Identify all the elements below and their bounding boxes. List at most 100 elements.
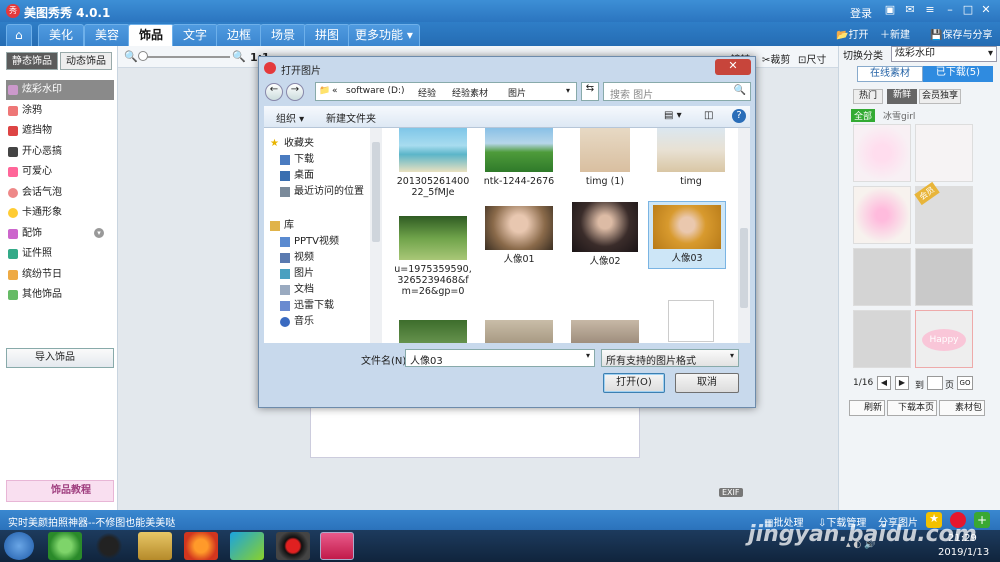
nav-scrollbar[interactable] [370,128,382,343]
dialog-search-input[interactable]: 搜索 图片 🔍 [603,82,751,101]
filetype-select[interactable]: 所有支持的图片格式 ▾ [601,349,739,367]
address-dropdown-icon[interactable]: ▾ [566,86,570,95]
organize-menu[interactable]: 组织 ▾ [276,110,304,125]
tab-collage[interactable]: 拼图 [304,24,351,46]
file-item[interactable]: 201305261400 22_5fMJe [394,128,472,198]
nav-videos[interactable]: 视频 [280,250,314,266]
maximize-icon[interactable]: □ [960,3,976,18]
filter-hot[interactable]: 热门 [853,89,883,104]
material-thumb[interactable] [915,124,973,182]
dialog-close-icon[interactable]: ✕ [715,59,751,75]
home-icon[interactable]: ⌂ [6,24,32,46]
minimize-icon[interactable]: – [942,3,958,18]
zoom-out-icon[interactable]: 🔍 [124,50,138,63]
chevron-down-icon[interactable]: ▾ [94,228,104,238]
category-select[interactable]: 炫彩水印 ▾ [891,46,997,62]
sidebar-item-cover[interactable]: 遮挡物 [6,121,114,141]
exif-badge[interactable]: EXIF [719,488,743,497]
menu-icon[interactable]: ≡ [922,3,938,18]
nav-documents[interactable]: 文档 [280,282,314,298]
file-scrollbar[interactable] [738,128,750,343]
file-item[interactable] [394,320,472,343]
zoom-slider-handle[interactable] [138,51,148,61]
file-item[interactable] [480,320,558,343]
sidebar-item-funny[interactable]: 开心恶搞 [6,142,114,162]
taskbar-360-icon[interactable] [48,532,82,560]
taskbar-explorer-icon[interactable] [138,532,172,560]
open-button[interactable]: 📂打开 [836,26,868,41]
material-thumb[interactable] [853,248,911,306]
tab-accessories[interactable]: 饰品 [128,24,175,46]
tutorial-button[interactable]: 饰品教程 [6,480,114,502]
sidebar-item-jewelry[interactable]: 配饰 ▾ [6,224,114,244]
nav-desktop[interactable]: 桌面 [280,168,314,184]
filter-vip[interactable]: 会员独享 [919,89,961,104]
import-accessories-button[interactable]: 导入饰品 [6,348,114,368]
file-item[interactable]: u=1975359590, 3265239468&f m=26&gp=0 [394,216,472,297]
nav-downloads[interactable]: 下载 [280,152,314,168]
sidebar-item-watermark[interactable]: 炫彩水印 [6,80,114,100]
material-pack-button[interactable]: 素材包 [939,400,985,416]
sidebar-item-idphoto[interactable]: 证件照 [6,244,114,264]
material-thumb[interactable] [853,186,911,244]
tab-text[interactable]: 文字 [172,24,219,46]
file-item[interactable]: 人像02 [566,202,644,267]
refresh-button[interactable]: 刷新 [849,400,885,416]
material-thumb[interactable] [853,310,911,368]
filename-dropdown-icon[interactable]: ▾ [586,351,590,360]
taskbar-qq-icon[interactable] [92,532,126,560]
nav-favorites[interactable]: ★ 收藏夹 [270,136,314,152]
filter-fresh[interactable]: 新鲜 [887,89,917,104]
taskbar-meitu-icon[interactable] [320,532,354,560]
sidebar-item-other[interactable]: 其他饰品 [6,285,114,305]
filename-input[interactable]: 人像03 ▾ [405,349,595,367]
skin-icon[interactable]: ▣ [882,3,898,18]
login-link[interactable]: 登录 [850,5,872,21]
status-text[interactable]: 实时美颜拍照神器--不修图也能美美哒 [8,514,175,529]
tab-beautify[interactable]: 美化 [38,24,85,46]
file-item[interactable]: ntk-1244-2676 [480,128,558,187]
cancel-button[interactable]: 取消 [675,373,739,393]
resize-button[interactable]: ⊡尺寸 [798,51,826,66]
preview-pane-icon[interactable]: ◫ [704,110,713,121]
address-bar[interactable]: 📁 « software (D:) 经验 经验素材 图片 ▾ [315,82,577,101]
file-item[interactable]: timg (1) [566,128,644,187]
nav-thunder[interactable]: 迅雷下载 [280,298,334,314]
taskbar-recorder-icon[interactable] [276,532,310,560]
breadcrumb-jingyan[interactable]: 经验 [418,86,436,99]
download-page-button[interactable]: 下载本页 [887,400,937,416]
search-icon[interactable]: 🔍 [734,85,746,96]
material-thumb[interactable]: 会员 [914,181,973,244]
sidebar-item-graffiti[interactable]: 涂鸦 [6,101,114,121]
breadcrumb-overflow[interactable]: « [332,86,338,96]
new-folder-button[interactable]: 新建文件夹 [326,110,376,125]
go-button[interactable]: GO [957,376,973,390]
sidebar-item-cute[interactable]: 可爱心 [6,162,114,182]
back-icon[interactable]: ← [265,83,283,101]
file-item[interactable] [566,320,644,343]
forward-icon[interactable]: → [286,83,304,101]
filter-all[interactable]: 全部 [851,109,876,122]
file-item[interactable] [652,300,730,343]
material-thumb[interactable] [853,124,911,182]
breadcrumb-materials[interactable]: 经验素材 [452,86,488,99]
sidebar-item-bubble[interactable]: 会话气泡 [6,183,114,203]
tag-label[interactable]: 冰雪girl [883,109,915,122]
prev-page-button[interactable]: ◀ [877,376,891,390]
material-thumb[interactable] [915,248,973,306]
sidebar-item-cartoon[interactable]: 卡通形象 [6,203,114,223]
help-icon[interactable]: ? [732,109,746,123]
tab-border[interactable]: 边框 [216,24,263,46]
new-button[interactable]: ＋新建 [880,26,910,41]
nav-recent[interactable]: 最近访问的位置 [280,184,364,200]
close-icon[interactable]: ✕ [978,3,994,18]
view-options-icon[interactable]: ▤ ▾ [664,110,682,121]
nav-music[interactable]: 音乐 [280,314,314,330]
tab-online-materials[interactable]: 在线素材 [857,66,923,82]
clock-date[interactable]: 2019/1/13 [938,547,989,558]
breadcrumb-drive[interactable]: software (D:) [346,86,405,96]
crop-button[interactable]: ✂裁剪 [762,51,790,66]
nav-libraries[interactable]: 库 [270,218,294,234]
next-page-button[interactable]: ▶ [895,376,909,390]
zoom-in-icon[interactable]: 🔍 [232,50,246,63]
